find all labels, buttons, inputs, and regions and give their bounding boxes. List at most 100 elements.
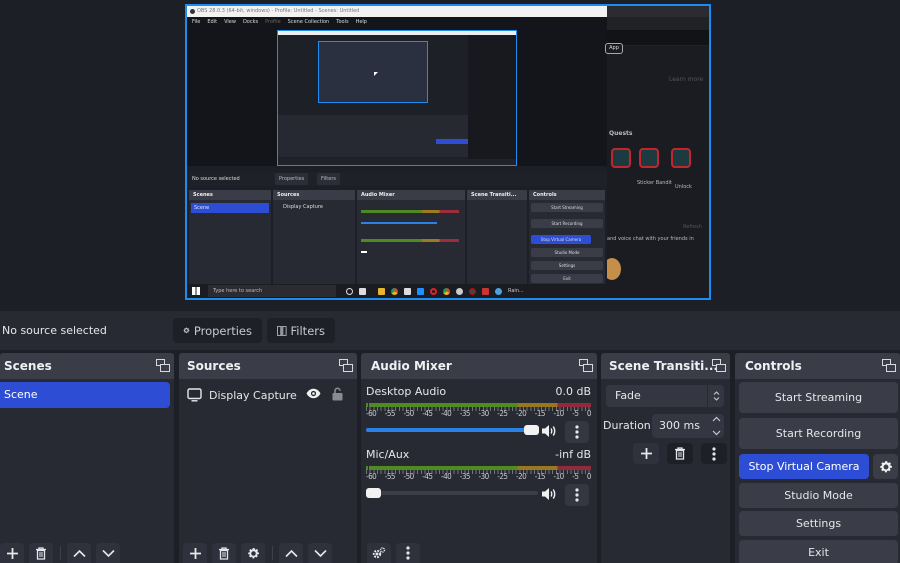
undock-icon[interactable] — [882, 359, 896, 372]
remove-source-button[interactable] — [212, 543, 236, 563]
preview-app-button: App — [605, 43, 623, 54]
preview-window-titlebar: OBS 28.0.3 (64-bit, windows) - Profile: … — [187, 6, 607, 17]
preview-sticker-label: Sticker Bandit — [637, 180, 672, 186]
undock-icon[interactable] — [339, 359, 353, 372]
plus-icon — [640, 448, 652, 459]
preview-dock-title: Scene Transiti... — [467, 190, 527, 200]
transition-select[interactable]: Fade — [606, 385, 724, 407]
scale-label: -5 — [572, 409, 579, 418]
audio-mixer-dock-header: Audio Mixer — [361, 353, 597, 379]
undock-icon[interactable] — [579, 359, 593, 372]
scene-list-item[interactable]: Scene — [0, 382, 170, 408]
speaker-icon — [542, 488, 556, 500]
preview-dock-sources: Sources Display Capture — [273, 190, 355, 288]
transition-menu-button[interactable] — [701, 443, 727, 464]
no-source-status: No source selected — [2, 324, 107, 337]
move-scene-up-button[interactable] — [67, 543, 91, 563]
scale-label: -15 — [534, 409, 546, 418]
start-streaming-button[interactable]: Start Streaming — [739, 382, 898, 413]
scale-label: -5 — [572, 472, 579, 481]
channel-level: -inf dB — [555, 448, 591, 461]
visibility-toggle[interactable] — [306, 388, 321, 402]
scenes-dock-title: Scenes — [4, 359, 52, 373]
settings-icon — [456, 287, 463, 295]
scale-label: -40 — [441, 409, 452, 418]
scale-label: -20 — [516, 409, 527, 418]
add-transition-button[interactable] — [633, 443, 659, 464]
mute-toggle[interactable] — [541, 486, 557, 505]
volume-slider[interactable] — [366, 425, 539, 435]
scenes-toolbar — [0, 541, 125, 563]
add-source-button[interactable] — [183, 543, 207, 563]
undock-icon[interactable] — [156, 359, 170, 372]
spin-up-icon[interactable] — [712, 416, 721, 422]
monitor-icon — [187, 388, 202, 402]
mixer-menu-button[interactable] — [396, 543, 420, 563]
channel-menu-button[interactable] — [565, 421, 589, 443]
kebab-menu-icon — [712, 446, 716, 461]
transition-selected-value: Fade — [615, 389, 641, 402]
trash-icon — [36, 546, 46, 560]
volume-slider-handle[interactable] — [366, 488, 381, 498]
scale-label: -30 — [478, 472, 490, 481]
preview-dock-scenes: Scenes Scene — [189, 190, 271, 288]
kebab-menu-icon — [406, 546, 410, 560]
lock-toggle[interactable] — [332, 387, 343, 404]
scale-label: -10 — [553, 472, 565, 481]
channel-level: 0.0 dB — [555, 385, 591, 398]
cortana-icon — [346, 287, 353, 295]
scenes-dock-header: Scenes — [0, 353, 174, 379]
scale-label: 0 — [586, 409, 592, 418]
preview-dock-title: Scenes — [189, 190, 271, 200]
add-scene-button[interactable] — [0, 543, 24, 563]
source-list-item[interactable]: Display Capture — [187, 386, 349, 404]
trash-icon — [675, 447, 685, 460]
remove-scene-button[interactable] — [29, 543, 53, 563]
preview-menu-profile: Profile — [265, 19, 281, 25]
sources-dock-title: Sources — [187, 359, 241, 373]
chevron-down-icon — [313, 549, 327, 557]
toolbar-separator — [272, 546, 273, 560]
source-properties-button[interactable] — [241, 543, 265, 563]
channel-menu-button[interactable] — [565, 484, 589, 506]
preview-taskbar: Type here to search Rain... — [187, 284, 709, 298]
remove-transition-button[interactable] — [667, 443, 693, 464]
scene-transitions-dock-header: Scene Transiti... — [601, 353, 730, 379]
advanced-audio-properties-button[interactable] — [367, 543, 391, 563]
unlocked-icon — [332, 387, 343, 401]
spin-down-icon[interactable] — [712, 430, 721, 436]
preview-menubar: File Edit View Docks Profile Scene Colle… — [187, 17, 607, 27]
stop-virtual-camera-button[interactable]: Stop Virtual Camera — [739, 454, 869, 479]
properties-button[interactable]: Properties — [173, 318, 262, 343]
filters-button[interactable]: Filters — [267, 318, 335, 343]
channel-name: Desktop Audio — [366, 385, 447, 398]
move-scene-down-button[interactable] — [96, 543, 120, 563]
studio-mode-button[interactable]: Studio Mode — [739, 483, 898, 508]
gear-icon — [879, 460, 892, 472]
mute-toggle[interactable] — [541, 423, 557, 442]
exit-button[interactable]: Exit — [739, 540, 898, 563]
volume-slider-handle[interactable] — [524, 425, 539, 435]
duration-spinbox[interactable]: 300 ms — [652, 414, 724, 438]
controls-dock: Controls Start Streaming Start Recording… — [735, 353, 900, 563]
app-icon — [495, 287, 502, 295]
audio-mixer-dock-title: Audio Mixer — [371, 359, 452, 373]
preview-canvas[interactable]: OBS 28.0.3 (64-bit, windows) - Profile: … — [185, 4, 711, 300]
scale-label: -55 — [384, 409, 396, 418]
app-icon — [417, 287, 424, 295]
preview-menu-help: Help — [355, 19, 367, 25]
preview-properties: Properties — [275, 173, 309, 185]
settings-button[interactable]: Settings — [739, 511, 898, 536]
scale-label: -50 — [403, 472, 415, 481]
plus-icon — [6, 547, 18, 559]
move-source-down-button[interactable] — [308, 543, 332, 563]
preview-window-title: OBS 28.0.3 (64-bit, windows) - Profile: … — [197, 8, 360, 14]
virtual-camera-settings-button[interactable] — [873, 454, 898, 479]
undock-icon[interactable] — [712, 359, 726, 372]
eye-icon — [306, 388, 321, 399]
volume-slider[interactable] — [366, 488, 538, 498]
move-source-up-button[interactable] — [279, 543, 303, 563]
preview-source-item: Display Capture — [283, 204, 323, 210]
sources-toolbar — [183, 541, 337, 563]
start-recording-button[interactable]: Start Recording — [739, 418, 898, 449]
